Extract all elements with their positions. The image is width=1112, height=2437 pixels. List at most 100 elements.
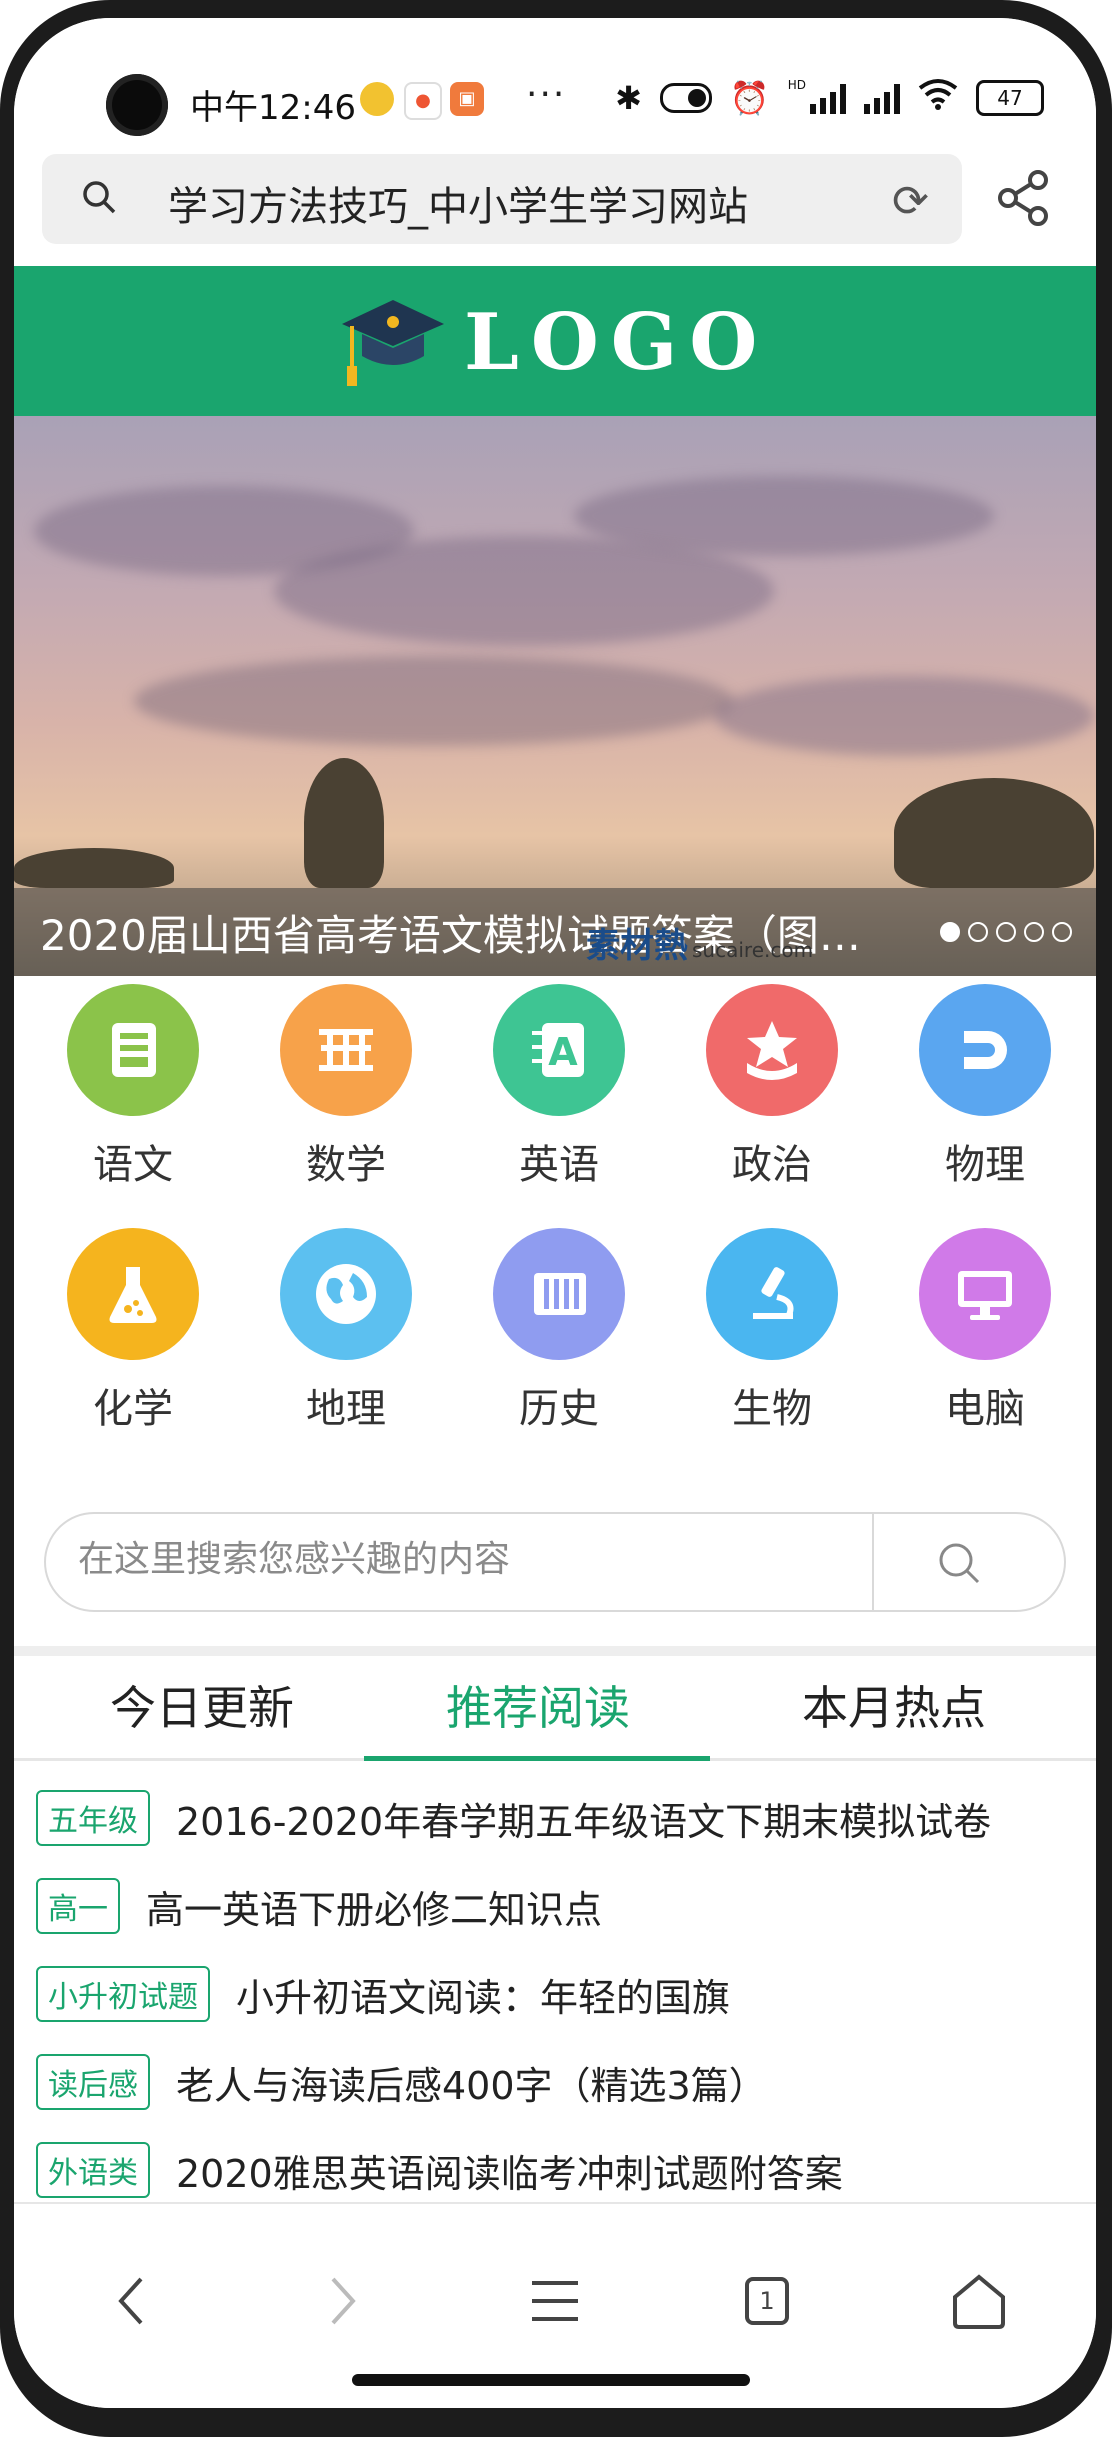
home-indicator[interactable] [352,2374,750,2386]
subject-label: 数学 [306,1142,386,1188]
list-item[interactable]: 外语类 2020雅思英语阅读临考冲刺试题附答案 [36,2140,843,2198]
subject-chinese[interactable]: 语文 [58,984,208,1190]
site-logo[interactable]: LOGO [338,294,769,390]
search-divider [872,1514,874,1610]
list-item[interactable]: 小升初试题 小升初语文阅读：年轻的国旗 [36,1964,730,2024]
bluetooth-icon: ✱ [615,79,642,117]
more-notifications-icon: ··· [526,74,567,115]
status-right: ✱ ⏰ HD 47 [615,78,1044,118]
subject-english[interactable]: A 英语 [484,984,634,1190]
tab-recommended[interactable]: 推荐阅读 [358,1658,718,1758]
star-badge-icon [706,984,838,1116]
hd-label: HD [787,78,806,92]
article-title[interactable]: 老人与海读后感400字（精选3篇） [176,2055,767,2110]
article-tag[interactable]: 外语类 [36,2142,150,2198]
subject-label: 语文 [93,1142,173,1188]
svg-text:A: A [548,1030,578,1074]
article-tag[interactable]: 五年级 [36,1790,150,1846]
subject-label: 英语 [519,1142,599,1188]
subject-label: 电脑 [945,1386,1025,1432]
section-separator [14,1646,1096,1656]
subject-label: 地理 [306,1386,386,1432]
subject-physics[interactable]: 物理 [910,984,1060,1190]
tabs-button[interactable]: 1 [722,2256,812,2346]
magnet-icon [919,984,1051,1116]
list-item[interactable]: 高一 高一英语下册必修二知识点 [36,1876,602,1936]
page-title: 学习方法技巧_中小学生学习网站 [168,184,748,230]
subject-math[interactable]: 数学 [271,984,421,1190]
search-input[interactable] [76,1538,840,1581]
home-button[interactable] [934,2256,1024,2346]
site-search [44,1512,1066,1612]
carousel-dot[interactable] [968,922,988,942]
home-icon [953,2274,1005,2329]
subject-geography[interactable]: 地理 [271,1228,421,1434]
list-item[interactable]: 五年级 2016-2020年春学期五年级语文下期末模拟试卷 [36,1788,991,1848]
maps-notification-icon: ● [404,82,442,120]
share-icon[interactable] [992,166,1056,230]
carousel-dot[interactable] [996,922,1016,942]
banner-tree [304,758,384,888]
graduation-cap-icon [342,300,444,386]
carousel-dot[interactable] [1024,922,1044,942]
abacus-icon [280,984,412,1116]
banner-cloud [574,476,994,556]
search-button[interactable] [934,1538,984,1588]
article-tag[interactable]: 高一 [36,1878,120,1934]
tab-count-icon: 1 [745,2277,789,2325]
article-tag[interactable]: 读后感 [36,2054,150,2110]
article-title[interactable]: 2020雅思英语阅读临考冲刺试题附答案 [176,2143,843,2198]
refresh-icon[interactable]: ⟳ [892,176,929,227]
status-time: 中午12:46 [190,88,356,128]
article-title[interactable]: 2016-2020年春学期五年级语文下期末模拟试卷 [176,1791,991,1846]
alarm-icon: ⏰ [729,79,770,117]
carousel-dot[interactable] [1052,922,1072,942]
scroll-icon [493,1228,625,1360]
watermark-domain: sucaire.com [692,938,814,962]
watermark-text: 素材熱 [586,926,688,966]
banner-cloud [714,676,1094,756]
browser-bottom-nav: 1 [14,2202,1096,2408]
front-camera [106,74,168,136]
article-list: 五年级 2016-2020年春学期五年级语文下期末模拟试卷 高一 高一英语下册必… [14,1788,1096,2198]
subject-label: 化学 [93,1386,173,1432]
chevron-left-icon [118,2277,143,2325]
carousel-dot[interactable] [940,922,960,942]
subject-chemistry[interactable]: 化学 [58,1228,208,1434]
banner-tree [894,778,1094,888]
article-tabs: 今日更新 推荐阅读 本月热点 [14,1658,1096,1761]
signal-2-icon [864,82,900,114]
article-tag[interactable]: 小升初试题 [36,1966,210,2022]
chevron-right-icon [331,2277,356,2325]
logo-text: LOGO [464,296,770,388]
battery-icon: 47 [976,80,1044,116]
list-item[interactable]: 读后感 老人与海读后感400字（精选3篇） [36,2052,767,2112]
subject-computer[interactable]: 电脑 [910,1228,1060,1434]
tab-monthly-hot[interactable]: 本月热点 [714,1658,1074,1758]
address-bar[interactable]: 学习方法技巧_中小学生学习网站 ⟳ [42,154,962,244]
status-bar: 中午12:46 ● ▣ ··· ✱ ⏰ HD 47 [14,18,1096,138]
banner-cloud [134,656,734,746]
watermark: 素材熱 sucaire.com [586,918,813,967]
subject-label: 政治 [732,1142,812,1188]
subject-history[interactable]: 历史 [484,1228,634,1434]
menu-button[interactable] [510,2256,600,2346]
subject-politics[interactable]: 政治 [697,984,847,1190]
subject-label: 生物 [732,1386,812,1432]
article-title[interactable]: 高一英语下册必修二知识点 [146,1879,602,1934]
subject-biology[interactable]: 生物 [697,1228,847,1434]
carousel-indicator [940,922,1072,942]
search-icon [83,181,116,214]
phone-frame: 中午12:46 ● ▣ ··· ✱ ⏰ HD 47 学习方法技巧_中小学生学习网… [0,0,1112,2437]
shop-notification-icon: ▣ [450,82,484,116]
wifi-icon [918,78,958,118]
article-title[interactable]: 小升初语文阅读：年轻的国旗 [236,1967,730,2022]
phone-screen: 中午12:46 ● ▣ ··· ✱ ⏰ HD 47 学习方法技巧_中小学生学习网… [14,18,1096,2408]
banner-tree [14,848,174,888]
globe-icon [280,1228,412,1360]
banner-carousel[interactable]: 2020届山西省高考语文模拟试题答案（图片... [14,416,1096,976]
forward-button[interactable] [298,2256,388,2346]
tab-today-updates[interactable]: 今日更新 [22,1658,382,1758]
flask-icon [67,1228,199,1360]
back-button[interactable] [86,2256,176,2346]
